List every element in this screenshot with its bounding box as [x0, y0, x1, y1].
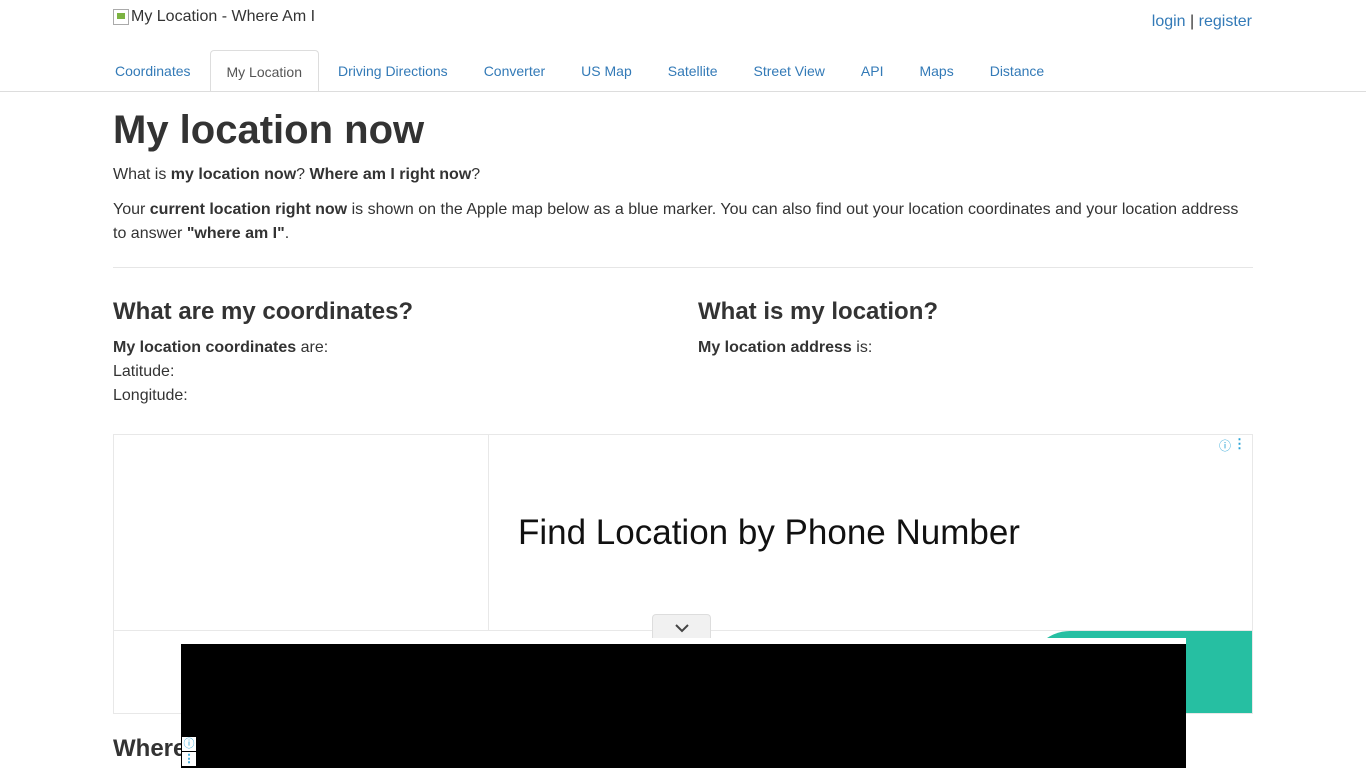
section-divider	[113, 267, 1253, 268]
ad-image-area	[114, 435, 489, 631]
description-text: Your current location right now is shown…	[113, 201, 1239, 242]
intro-text: What is my location now? Where am I righ…	[113, 166, 481, 183]
tab-driving-directions[interactable]: Driving Directions	[321, 50, 465, 91]
tab-api[interactable]: API	[844, 50, 901, 91]
page-title: My location now	[113, 108, 425, 152]
main-nav-tabs: Coordinates My Location Driving Directio…	[113, 50, 1063, 92]
location-heading: What is my location?	[698, 298, 939, 325]
tab-distance[interactable]: Distance	[973, 50, 1061, 91]
tab-satellite[interactable]: Satellite	[651, 50, 735, 91]
video-ad-overlay[interactable]: ⓘ ⋮	[181, 638, 1186, 768]
tab-converter[interactable]: Converter	[467, 50, 562, 91]
overlay-collapse-button[interactable]	[652, 614, 711, 640]
coordinates-heading: What are my coordinates?	[113, 298, 414, 325]
ad-headline[interactable]: Find Location by Phone Number	[518, 513, 1020, 553]
logo-alt-text: My Location - Where Am I	[131, 8, 316, 25]
overlay-info-icon[interactable]: ⓘ	[182, 737, 196, 751]
where-heading-partial: Where	[113, 735, 187, 762]
auth-separator: |	[1190, 13, 1195, 30]
coordinates-label: My location coordinates are:	[113, 339, 329, 356]
longitude-label: Longitude:	[113, 387, 188, 404]
tab-street-view[interactable]: Street View	[737, 50, 842, 91]
auth-links: login | register	[1152, 13, 1252, 31]
ad-menu-icon[interactable]: ⋮	[1233, 436, 1246, 452]
tab-us-map[interactable]: US Map	[564, 50, 649, 91]
video-player[interactable]	[181, 644, 1186, 768]
coordinates-section: What are my coordinates? My location coo…	[113, 298, 668, 408]
latitude-label: Latitude:	[113, 363, 175, 380]
broken-image-icon	[113, 9, 129, 25]
tab-maps[interactable]: Maps	[902, 50, 970, 91]
overlay-menu-icon[interactable]: ⋮	[182, 752, 196, 766]
ad-info-icon[interactable]: ⓘ	[1219, 437, 1231, 454]
address-label: My location address is:	[698, 339, 873, 356]
chevron-down-icon	[674, 623, 689, 632]
site-logo[interactable]: My Location - Where Am I	[113, 6, 315, 28]
location-section: What is my location? My location address…	[698, 298, 1253, 360]
nav-divider	[0, 91, 1366, 92]
register-link[interactable]: register	[1199, 13, 1252, 30]
login-link[interactable]: login	[1152, 13, 1186, 30]
tab-coordinates[interactable]: Coordinates	[113, 50, 208, 91]
tab-my-location[interactable]: My Location	[209, 50, 319, 92]
